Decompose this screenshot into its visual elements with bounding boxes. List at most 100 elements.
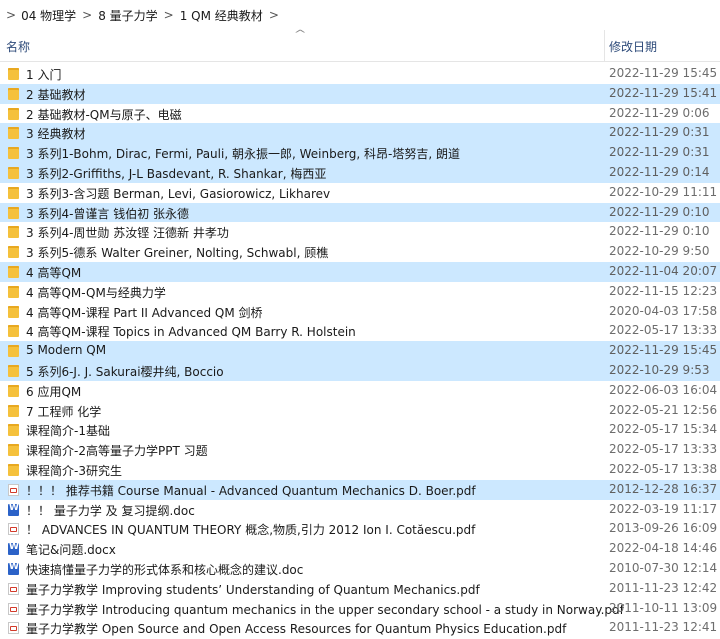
modified-date: 2022-11-29 15:45 (609, 343, 718, 358)
modified-date: 2022-11-15 12:23 (609, 283, 718, 298)
modified-date: 2022-05-17 15:34 (609, 422, 718, 437)
modified-date: 2013-09-26 16:09 (609, 521, 718, 536)
file-name: 7 工程师 化学 (26, 404, 102, 419)
folder-icon (8, 107, 19, 120)
breadcrumb-item-quantum[interactable]: 8 量子力学 (98, 7, 157, 24)
modified-date: 2011-11-23 12:41 (609, 620, 718, 635)
folder-icon (8, 404, 19, 417)
file-row[interactable]: 3 经典教材 2022-11-29 0:31 (0, 123, 720, 144)
modified-date: 2022-10-29 9:53 (609, 362, 710, 377)
file-row[interactable]: 4 高等QM-QM与经典力学 2022-11-15 12:23 (0, 282, 720, 302)
file-row[interactable]: 量子力学教学 Introducing quantum mechanics in … (0, 599, 720, 619)
modified-date: 2022-05-17 13:33 (609, 323, 718, 338)
chevron-right-icon[interactable]: > (164, 8, 174, 22)
file-row[interactable]: 4 高等QM-课程 Topics in Advanced QM Barry R.… (0, 321, 720, 341)
pdf-icon (8, 582, 19, 595)
modified-date: 2022-11-04 20:07 (609, 263, 718, 278)
sort-ascending-icon: ^ (293, 29, 307, 40)
file-row[interactable]: 量子力学教学 Improving students’ Understanding… (0, 579, 720, 599)
folder-icon (8, 68, 19, 80)
file-row[interactable]: 3 系列4-周世勋 苏汝铿 汪德新 井孝功 2022-11-29 0:10 (0, 222, 720, 242)
file-row[interactable]: 笔记&问题.docx 2022-04-18 14:46 (0, 539, 720, 559)
file-row[interactable]: 课程简介-2高等量子力学PPT 习题 2022-05-17 13:33 (0, 440, 720, 460)
file-row[interactable]: 课程简介-1基础 2022-05-17 15:34 (0, 420, 720, 440)
file-name: 课程简介-2高等量子力学PPT 习题 (26, 444, 208, 459)
chevron-right-icon[interactable]: > (6, 8, 16, 22)
file-name: 2 基础教材 (26, 87, 86, 102)
file-row[interactable]: 5 Modern QM 2022-11-29 15:45 (0, 341, 720, 361)
file-name: 2 基础教材-QM与原子、电磁 (26, 107, 182, 122)
file-name: 3 系列1-Bohm, Dirac, Fermi, Pauli, 朝永振一郎, … (26, 147, 460, 162)
breadcrumb-item-physics[interactable]: 04 物理学 (21, 7, 76, 24)
file-row[interactable]: 3 系列2-Griffiths, J-L Basdevant, R. Shank… (0, 162, 720, 183)
file-row[interactable]: 课程简介-3研究生 2022-05-17 13:38 (0, 460, 720, 480)
file-name: 3 系列5-德系 Walter Greiner, Nolting, Schwab… (26, 246, 329, 261)
folder-icon (8, 166, 19, 179)
file-row[interactable]: 3 系列5-德系 Walter Greiner, Nolting, Schwab… (0, 242, 720, 262)
file-name: 3 系列4-周世勋 苏汝铿 汪德新 井孝功 (26, 226, 229, 241)
modified-date: 2011-10-11 13:09 (609, 600, 718, 615)
pdf-icon (8, 602, 19, 615)
file-row[interactable]: 5 系列6-J. J. Sakurai樱井纯, Boccio 2022-10-29… (0, 360, 720, 381)
pdf-icon (8, 483, 19, 496)
modified-date: 2022-05-17 13:38 (609, 461, 718, 476)
column-header: ^ 名称 修改日期 (0, 29, 720, 62)
file-row[interactable]: ！！！ 推荐书籍 Course Manual - Advanced Quantu… (0, 479, 720, 500)
modified-date: 2010-07-30 12:14 (609, 560, 718, 575)
file-row[interactable]: 1 入门 2022-11-29 15:45 (0, 64, 720, 84)
file-name: ！ ADVANCES IN QUANTUM THEORY 概念,物质,引力 20… (26, 523, 476, 538)
modified-date: 2022-11-29 0:06 (609, 105, 710, 120)
file-name: 课程简介-3研究生 (26, 463, 122, 478)
modified-date: 2022-06-03 16:04 (609, 382, 718, 397)
file-row[interactable]: 3 系列1-Bohm, Dirac, Fermi, Pauli, 朝永振一郎, … (0, 143, 720, 163)
file-row[interactable]: 量子力学教学 Open Source and Open Access Resou… (0, 618, 720, 638)
column-header-name[interactable]: 名称 (6, 38, 30, 55)
file-name: 量子力学教学 Open Source and Open Access Resou… (26, 622, 567, 637)
file-name: 3 系列2-Griffiths, J-L Basdevant, R. Shank… (26, 166, 327, 181)
modified-date: 2022-11-29 0:10 (609, 224, 710, 239)
chevron-right-icon[interactable]: > (82, 8, 92, 22)
file-row[interactable]: 7 工程师 化学 2022-05-21 12:56 (0, 401, 720, 421)
file-row[interactable]: 4 高等QM-课程 Part II Advanced QM 剑桥 2020-04-… (0, 302, 720, 322)
column-header-date[interactable]: 修改日期 (609, 38, 657, 55)
folder-icon (8, 147, 19, 160)
modified-date: 2022-05-21 12:56 (609, 402, 718, 417)
breadcrumb: > 04 物理学 > 8 量子力学 > 1 QM 经典教材 > (0, 0, 720, 30)
modified-date: 2022-11-29 15:45 (609, 66, 718, 80)
file-row[interactable]: 3 系列4-曾谨言 钱伯初 张永德 2022-11-29 0:10 (0, 202, 720, 223)
file-row[interactable]: ！！ 量子力学 及 复习提纲.doc 2022-03-19 11:17 (0, 500, 720, 520)
file-row[interactable]: 2 基础教材 2022-11-29 15:41 (0, 83, 720, 104)
file-row[interactable]: ！ ADVANCES IN QUANTUM THEORY 概念,物质,引力 20… (0, 519, 720, 539)
folder-icon (8, 384, 19, 397)
chevron-right-icon[interactable]: > (269, 8, 279, 22)
file-name: 3 系列4-曾谨言 钱伯初 张永德 (26, 206, 190, 221)
file-name: 6 应用QM (26, 384, 82, 399)
folder-icon (8, 444, 19, 457)
file-name: ！！！ 推荐书籍 Course Manual - Advanced Quantu… (26, 483, 476, 498)
modified-date: 2022-04-18 14:46 (609, 541, 718, 556)
file-row[interactable]: 快速搞懂量子力学的形式体系和核心概念的建议.doc 2010-07-30 12:1… (0, 559, 720, 579)
file-name: 量子力学教学 Improving students’ Understanding… (26, 582, 480, 597)
modified-date: 2020-04-03 17:58 (609, 303, 718, 318)
file-name: 4 高等QM-QM与经典力学 (26, 285, 166, 300)
modified-date: 2022-11-29 0:10 (609, 204, 710, 219)
file-name: 课程简介-1基础 (26, 424, 110, 439)
file-list: 1 入门 2022-11-29 15:45 2 基础教材 2022-11-29 15:… (0, 64, 720, 638)
file-name: 3 经典教材 (26, 127, 86, 142)
column-divider[interactable] (604, 30, 605, 62)
file-row[interactable]: 6 应用QM 2022-06-03 16:04 (0, 381, 720, 401)
folder-icon (8, 127, 19, 140)
file-name: 5 系列6-J. J. Sakurai樱井纯, Boccio (26, 364, 224, 379)
modified-date: 2022-05-17 13:33 (609, 442, 718, 457)
folder-icon (8, 206, 19, 219)
modified-date: 2012-12-28 16:37 (609, 481, 718, 496)
folder-icon (8, 226, 19, 239)
modified-date: 2022-10-29 11:11 (609, 184, 718, 199)
folder-icon (8, 265, 19, 278)
breadcrumb-item-classic[interactable]: 1 QM 经典教材 (180, 7, 263, 24)
file-row[interactable]: 3 系列3-含习题 Berman, Levi, Gasiorowicz, Lik… (0, 183, 720, 203)
file-row[interactable]: 2 基础教材-QM与原子、电磁 2022-11-29 0:06 (0, 104, 720, 124)
file-row[interactable]: 4 高等QM 2022-11-04 20:07 (0, 261, 720, 282)
file-name: 快速搞懂量子力学的形式体系和核心概念的建议.doc (26, 562, 304, 577)
folder-icon (8, 305, 19, 318)
